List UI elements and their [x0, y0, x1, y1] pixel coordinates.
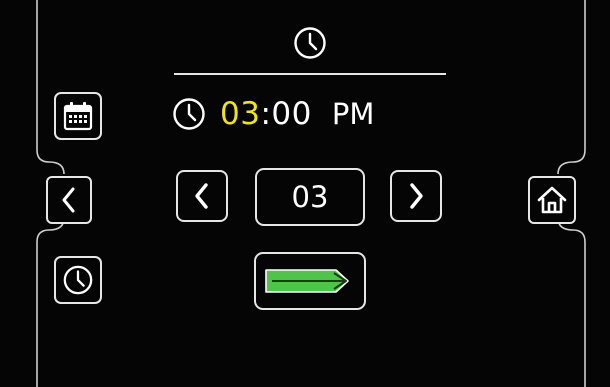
- screen: 03:00 PM 03: [0, 0, 610, 387]
- calendar-icon: [63, 102, 93, 131]
- clock-icon: [63, 265, 93, 295]
- increment-button[interactable]: [390, 170, 442, 222]
- arrow-right-icon: [265, 269, 349, 293]
- calendar-button[interactable]: [54, 92, 102, 140]
- back-button[interactable]: [46, 176, 92, 224]
- home-icon: [537, 186, 567, 214]
- clock-settings-button[interactable]: [54, 256, 102, 304]
- header-divider: [174, 73, 446, 75]
- period-value: PM: [331, 97, 375, 131]
- header-clock-icon: [294, 27, 326, 59]
- decrement-button[interactable]: [176, 170, 228, 222]
- clock-icon: [173, 98, 205, 130]
- time-value: 03:00: [220, 96, 312, 132]
- minute-value: 00: [271, 96, 312, 132]
- chevron-left-icon: [195, 183, 208, 209]
- chevron-right-icon: [410, 183, 423, 209]
- home-button[interactable]: [528, 176, 576, 224]
- time-display: 03:00 PM: [172, 92, 374, 136]
- hour-value-field[interactable]: 03: [255, 168, 365, 226]
- hour-value: 03: [220, 96, 261, 132]
- confirm-button[interactable]: [254, 252, 366, 310]
- chevron-left-icon: [62, 187, 75, 213]
- time-separator: :: [260, 96, 272, 132]
